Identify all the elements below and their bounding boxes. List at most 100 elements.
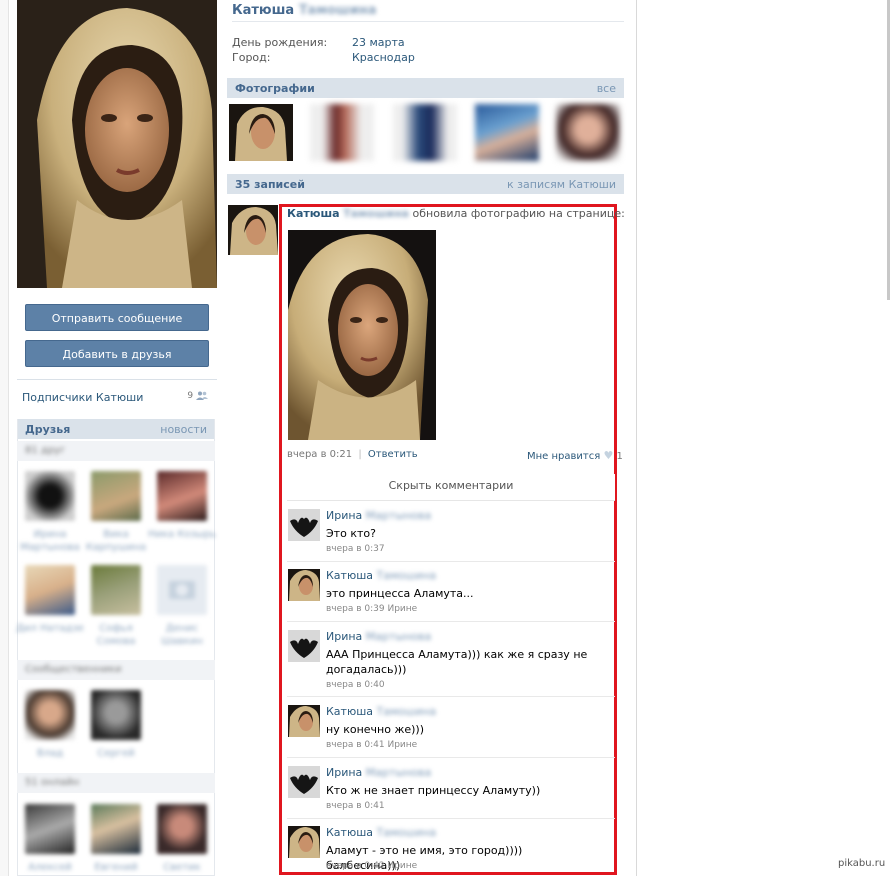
comment-avatar[interactable] xyxy=(288,826,320,858)
friend-item[interactable] xyxy=(25,565,75,615)
comment-time[interactable]: вчера в 0:41 xyxy=(326,801,385,811)
photos-header[interactable]: Фотографии все xyxy=(227,78,624,98)
photo-thumb[interactable] xyxy=(310,104,374,161)
like-label: Мне нравится xyxy=(527,451,601,462)
comment-item: Ирина Мартынова Это кто? вчера в 0:37 xyxy=(287,509,615,565)
comment-time[interactable]: вчера в 0:39 Ирине xyxy=(326,604,417,614)
comment-time[interactable]: вчера в 0:42 Ирине xyxy=(326,861,417,871)
friend-item[interactable] xyxy=(25,690,75,740)
photos-all-link[interactable]: все xyxy=(597,82,616,95)
comment-text: ААА Принцесса Аламута))) как же я сразу … xyxy=(326,648,588,676)
hide-comments-button[interactable]: Скрыть комментарии xyxy=(287,474,615,501)
like-button[interactable]: Мне нравится ♥ 1 xyxy=(527,449,623,462)
photos-title: Фотографии xyxy=(235,82,315,95)
reply-link[interactable]: Ответить xyxy=(368,449,418,460)
add-friend-button[interactable]: Добавить в друзья xyxy=(25,340,209,367)
post-author-avatar[interactable] xyxy=(228,205,278,255)
friend-item[interactable] xyxy=(157,565,207,615)
comment-author[interactable]: Ирина Мартынова xyxy=(326,509,431,522)
friend-item[interactable] xyxy=(25,471,75,521)
comment-separator xyxy=(287,696,615,697)
friend-name: Светик xyxy=(163,862,201,873)
comment-author[interactable]: Ирина Мартынова xyxy=(326,766,431,779)
comment-avatar[interactable] xyxy=(288,630,320,662)
friend-name: Ирина Мартынова xyxy=(20,529,80,553)
friend-avatar xyxy=(157,804,207,854)
comment-item: Катюша Тамошина Аламут - это не имя, это… xyxy=(287,826,615,872)
comment-avatar[interactable] xyxy=(288,509,320,541)
friend-name: Алексей xyxy=(28,862,72,873)
friend-name: Софья Сомова xyxy=(96,623,136,647)
comment-author[interactable]: Катюша Тамошина xyxy=(326,569,436,582)
other-friends-label: 51 онлайн xyxy=(25,777,80,788)
comment-text: Это кто? xyxy=(326,527,376,540)
friend-avatar xyxy=(25,690,75,740)
online-friends-header: Сообщественники xyxy=(17,660,215,680)
subscribers-label: Подписчики Катюши xyxy=(22,391,144,404)
comment-avatar[interactable] xyxy=(288,766,320,798)
post-author-last[interactable]: Тамошина xyxy=(343,207,409,220)
friend-avatar xyxy=(91,690,141,740)
friend-avatar xyxy=(91,565,141,615)
post-author-first[interactable]: Катюша xyxy=(287,207,340,220)
photo-thumb[interactable] xyxy=(229,104,293,161)
girl-avatar-icon xyxy=(288,826,320,858)
comment-text: это принцесса Аламута... xyxy=(326,587,474,600)
divider xyxy=(232,21,624,22)
subscribers-row[interactable]: Подписчики Катюши 9 xyxy=(22,391,212,405)
photo-thumb[interactable] xyxy=(393,104,457,161)
friend-avatar xyxy=(25,804,75,854)
post-meta: вчера в 0:21 | Ответить xyxy=(287,449,418,460)
bat-avatar-icon xyxy=(288,630,320,662)
friend-name: Евгений xyxy=(94,862,138,873)
send-message-button[interactable]: Отправить сообщение xyxy=(25,304,209,331)
friend-item[interactable] xyxy=(157,471,207,521)
profile-avatar[interactable] xyxy=(17,0,217,288)
post-action: обновила фотографию на странице: xyxy=(412,207,625,220)
comment-time[interactable]: вчера в 0:40 xyxy=(326,680,385,690)
comment-time[interactable]: вчера в 0:41 Ирине xyxy=(326,740,417,750)
comment-author[interactable]: Ирина Мартынова xyxy=(326,630,431,643)
comment-avatar[interactable] xyxy=(288,705,320,737)
subscribers-count: 9 xyxy=(187,391,208,403)
city-value[interactable]: Краснодар xyxy=(352,51,415,64)
comment-item: Катюша Тамошина это принцесса Аламута...… xyxy=(287,569,615,625)
camera-placeholder-icon xyxy=(169,581,195,599)
friends-count-label: 81 друг xyxy=(25,445,66,456)
friend-item[interactable] xyxy=(25,804,75,854)
divider xyxy=(17,379,217,380)
friend-name: Дил Натадзе xyxy=(16,623,84,634)
photo-thumb[interactable] xyxy=(475,104,539,161)
comment-separator xyxy=(287,818,615,819)
comment-text: ну конечно же))) xyxy=(326,723,425,736)
post-photo[interactable] xyxy=(288,230,436,440)
comment-time[interactable]: вчера в 0:37 xyxy=(326,544,385,554)
watermark: pikabu.ru xyxy=(838,858,886,869)
heart-icon: ♥ xyxy=(603,449,614,462)
posts-header[interactable]: 35 записей к записям Катюши xyxy=(227,174,624,194)
comment-author[interactable]: Катюша Тамошина xyxy=(326,826,436,839)
friend-name: Влад xyxy=(36,748,64,759)
friend-item[interactable] xyxy=(157,804,207,854)
photo-thumb[interactable] xyxy=(556,104,620,161)
friend-item[interactable] xyxy=(91,471,141,521)
comment-item: Катюша Тамошина ну конечно же))) вчера в… xyxy=(287,705,615,761)
posts-link[interactable]: к записям Катюши xyxy=(507,178,616,191)
girl-avatar-icon xyxy=(288,705,320,737)
friend-name: Денис Шавкин xyxy=(161,623,203,647)
friend-avatar xyxy=(91,804,141,854)
comment-author[interactable]: Катюша Тамошина xyxy=(326,705,436,718)
bat-avatar-icon xyxy=(288,509,320,541)
friend-name: Вика Карпушина xyxy=(85,529,147,553)
city-label: Город: xyxy=(232,51,271,64)
comment-avatar[interactable] xyxy=(288,569,320,601)
friend-item[interactable] xyxy=(91,804,141,854)
friend-avatar xyxy=(157,565,207,615)
friends-count-header: 81 друг xyxy=(17,441,215,461)
profile-name: Катюша Тамошина xyxy=(232,3,377,18)
birthday-label: День рождения: xyxy=(232,36,328,49)
post-time[interactable]: вчера в 0:21 xyxy=(287,449,352,460)
birthday-value[interactable]: 23 марта xyxy=(352,36,405,49)
friend-item[interactable] xyxy=(91,565,141,615)
friend-item[interactable] xyxy=(91,690,141,740)
